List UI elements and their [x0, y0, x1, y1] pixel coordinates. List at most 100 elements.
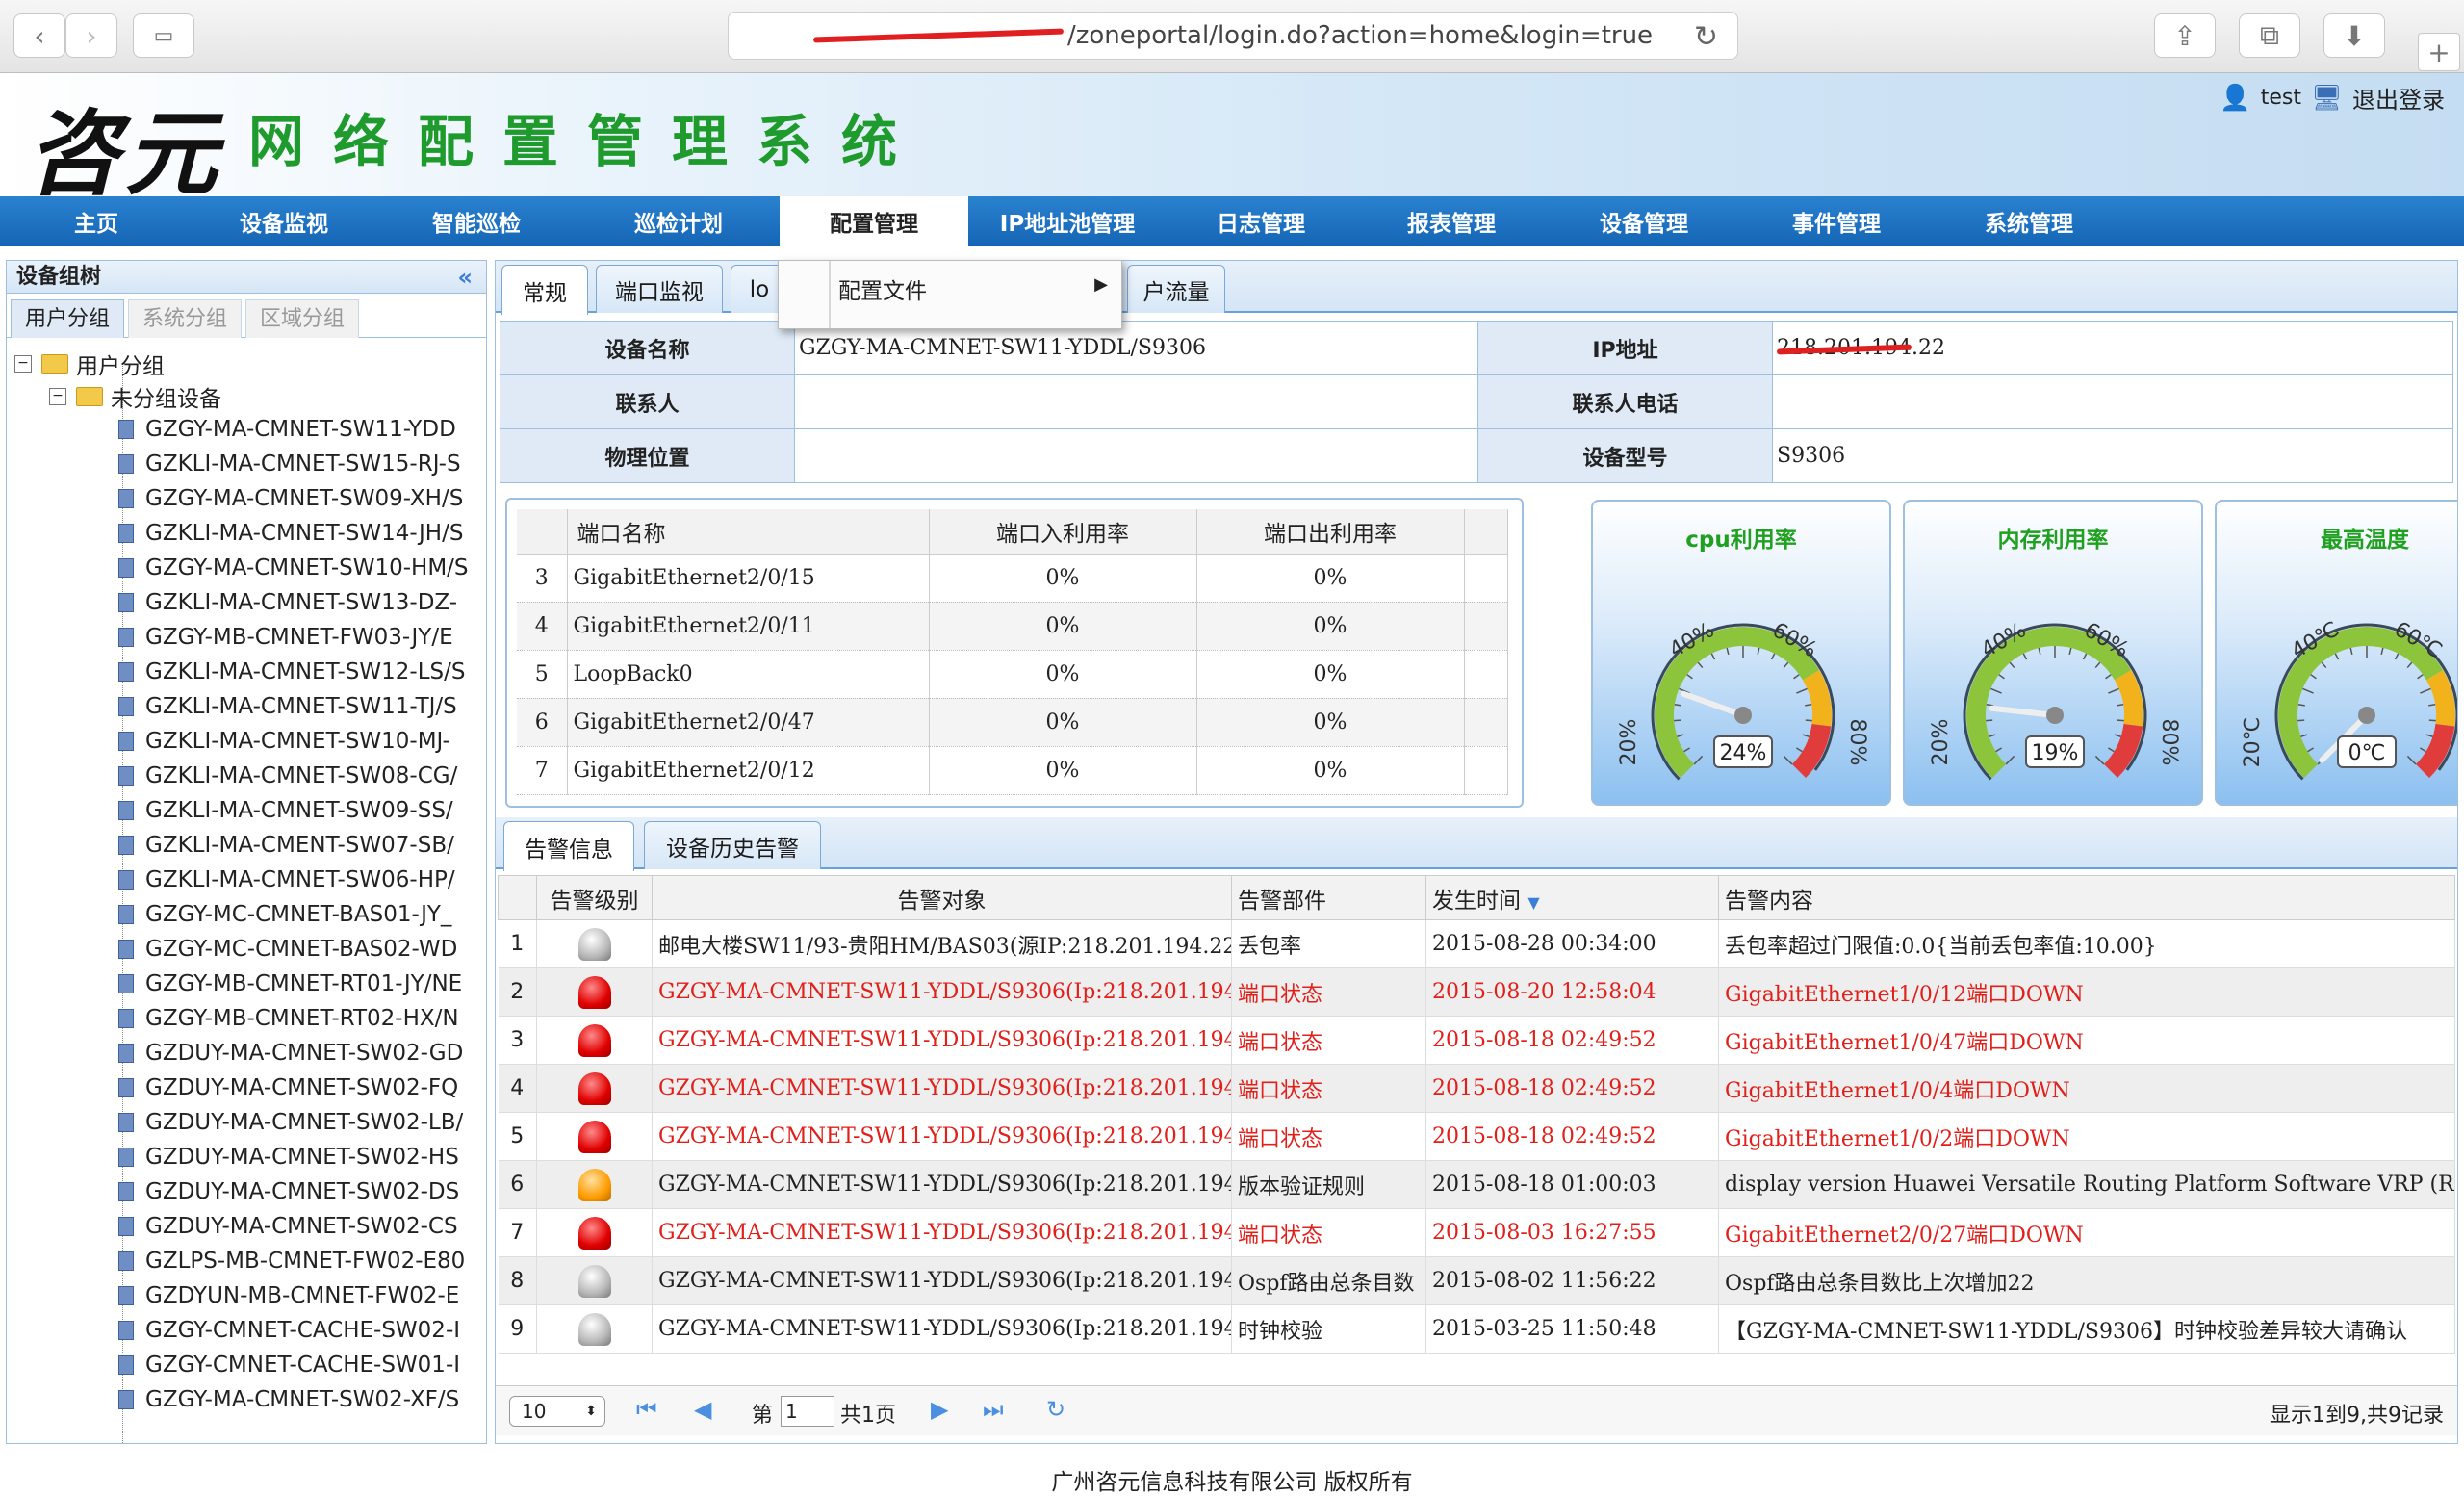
tab-general[interactable]: 常规	[501, 265, 588, 315]
alarm-row[interactable]: 4 GZGY-MA-CMNET-SW11-YDDL/S9306(Ip:218.20…	[498, 1064, 2455, 1113]
port-row[interactable]: 6 GigabitEthernet2/0/47 0% 0%	[517, 698, 1508, 747]
tab-alarm-history[interactable]: 设备历史告警	[644, 821, 821, 869]
port-col-in[interactable]: 端口入利用率	[929, 509, 1197, 555]
tab-area-group[interactable]: 区域分组	[245, 299, 360, 338]
tabs-button[interactable]: ⧉	[2239, 13, 2300, 58]
port-row[interactable]: 5 LoopBack0 0% 0%	[517, 650, 1508, 699]
tree-device-item[interactable]: GZDUY-MA-CMNET-SW02-GD	[118, 1037, 463, 1070]
collapse-box-icon[interactable]: −	[49, 388, 66, 405]
forward-button[interactable]: ›	[65, 13, 117, 58]
tree-root[interactable]: − 用户分组	[14, 348, 165, 380]
tree-device-item[interactable]: GZGY-MA-CMNET-SW02-XF/S	[118, 1383, 459, 1416]
tree-device-item[interactable]: GZDUY-MA-CMNET-SW02-DS	[118, 1175, 459, 1208]
tree-device-item[interactable]: GZGY-MA-CMNET-SW10-HM/S	[118, 552, 469, 584]
alarm-row[interactable]: 9 GZGY-MA-CMNET-SW11-YDDL/S9306(Ip:218.20…	[498, 1304, 2455, 1354]
alarm-light-icon	[578, 975, 611, 1009]
tree-device-item[interactable]: GZDYUN-MB-CMNET-FW02-E	[118, 1279, 459, 1312]
collapse-icon[interactable]: «	[457, 261, 473, 294]
tree-device-item[interactable]: GZGY-CMNET-CACHE-SW02-I	[118, 1314, 460, 1347]
tree-device-item[interactable]: GZKLI-MA-CMNET-SW08-CG/	[118, 760, 457, 792]
alarm-row[interactable]: 3 GZGY-MA-CMNET-SW11-YDDL/S9306(Ip:218.20…	[498, 1016, 2455, 1065]
refresh-icon[interactable]: ↻	[1046, 1396, 1065, 1423]
tree-device-item[interactable]: GZGY-MB-CMNET-RT01-JY/NE	[118, 967, 462, 1000]
port-col-out[interactable]: 端口出利用率	[1196, 509, 1465, 555]
tree-device-item[interactable]: GZKLI-MA-CMNET-SW13-DZ-	[118, 586, 457, 619]
alarm-col-object[interactable]: 告警对象	[652, 875, 1232, 920]
prev-page-icon[interactable]: ◀	[694, 1396, 711, 1423]
alarm-row[interactable]: 5 GZGY-MA-CMNET-SW11-YDDL/S9306(Ip:218.20…	[498, 1112, 2455, 1161]
alarm-row[interactable]: 7 GZGY-MA-CMNET-SW11-YDDL/S9306(Ip:218.20…	[498, 1208, 2455, 1257]
new-tab-button[interactable]: +	[2418, 33, 2460, 71]
tab-port-monitor[interactable]: 端口监视	[596, 265, 723, 313]
tree-device-item[interactable]: GZKLI-MA-CMNET-SW15-RJ-S	[118, 448, 461, 480]
alarm-object: GZGY-MA-CMNET-SW11-YDDL/S9306(Ip:218.201…	[652, 967, 1232, 1017]
port-col-name[interactable]: 端口名称	[567, 509, 930, 555]
alarm-col-part[interactable]: 告警部件	[1231, 875, 1426, 920]
tree-device-item[interactable]: GZGY-MA-CMNET-SW09-XH/S	[118, 482, 463, 515]
tree-device-item[interactable]: GZKLI-MA-CMNET-SW12-LS/S	[118, 656, 465, 688]
tree-device-item[interactable]: GZDUY-MA-CMNET-SW02-CS	[118, 1210, 458, 1243]
alarm-col-level[interactable]: 告警级别	[536, 875, 653, 920]
nav-item-inspection-plan[interactable]: 巡检计划	[578, 196, 780, 246]
tree-device-item[interactable]: GZLPS-MB-CMNET-FW02-E80	[118, 1245, 465, 1277]
page-input[interactable]: 1	[781, 1396, 834, 1427]
tree-device-item[interactable]: GZKLI-MA-CMNET-SW11-TJ/S	[118, 690, 457, 723]
gauge-tick	[2094, 661, 2101, 669]
nav-item-smart-inspection[interactable]: 智能巡检	[375, 196, 578, 246]
tree-device-item[interactable]: GZGY-MA-CMNET-SW11-YDD	[118, 413, 456, 446]
tree-device-item[interactable]: GZKLI-MA-CMNET-SW09-SS/	[118, 794, 453, 827]
tab-user-group[interactable]: 用户分组	[11, 299, 125, 338]
nav-item-device-management[interactable]: 设备管理	[1548, 196, 1740, 246]
tab-user-traffic[interactable]: 户流量	[1127, 265, 1225, 313]
tree-device-item[interactable]: GZDUY-MA-CMNET-SW02-FQ	[118, 1071, 458, 1104]
tree-device-item[interactable]: GZKLI-MA-CMNET-SW06-HP/	[118, 864, 455, 896]
tree-device-item[interactable]: GZGY-MB-CMNET-FW03-JY/E	[118, 621, 453, 654]
page-size-select[interactable]: 10 ⬍	[509, 1396, 605, 1427]
nav-item-log[interactable]: 日志管理	[1167, 196, 1355, 246]
tree-device-item[interactable]: GZGY-MC-CMNET-BAS01-JY_	[118, 898, 451, 931]
nav-item-home[interactable]: 主页	[0, 196, 192, 246]
port-row[interactable]: 7 GigabitEthernet2/0/12 0% 0%	[517, 746, 1508, 795]
alarm-row[interactable]: 1 邮电大楼SW11/93-贵阳HM/BAS03(源IP:218.201.194.…	[498, 919, 2455, 968]
nav-item-report[interactable]: 报表管理	[1355, 196, 1548, 246]
port-row[interactable]: 3 GigabitEthernet2/0/15 0% 0%	[517, 554, 1508, 603]
logout-link[interactable]: 退出登录	[2352, 81, 2445, 115]
menu-item-config-file[interactable]: 配置文件	[838, 272, 927, 305]
device-icon	[118, 905, 134, 924]
address-bar[interactable]: /zoneportal/login.do?action=home&login=t…	[728, 12, 1738, 60]
alarm-col-time[interactable]: 发生时间 ▼	[1425, 875, 1719, 920]
tree-device-item[interactable]: GZGY-MC-CMNET-BAS02-WD	[118, 933, 457, 966]
collapse-box-icon[interactable]: −	[14, 355, 32, 373]
tree-device-item[interactable]: GZDUY-MA-CMNET-SW02-LB/	[118, 1106, 463, 1139]
location-value	[794, 428, 1478, 483]
alarm-row[interactable]: 8 GZGY-MA-CMNET-SW11-YDDL/S9306(Ip:218.20…	[498, 1256, 2455, 1305]
nav-item-device-monitor[interactable]: 设备监视	[192, 196, 375, 246]
downloads-button[interactable]: ⬇	[2323, 13, 2385, 58]
first-page-icon[interactable]: ⏮	[636, 1396, 657, 1423]
tree-device-item[interactable]: GZDUY-MA-CMNET-SW02-HS	[118, 1141, 459, 1174]
page-total: 共1页	[840, 1404, 896, 1428]
reload-icon[interactable]: ↻	[1694, 20, 1718, 54]
tab-alarm-info[interactable]: 告警信息	[503, 821, 634, 871]
nav-item-system[interactable]: 系统管理	[1933, 196, 2125, 246]
alarm-row[interactable]: 6 GZGY-MA-CMNET-SW11-YDDL/S9306(Ip:218.20…	[498, 1160, 2455, 1209]
sidebar-toggle-button[interactable]: ▭	[133, 13, 194, 58]
next-page-icon[interactable]: ▶	[931, 1396, 948, 1423]
tree-device-item[interactable]: GZGY-MB-CMNET-RT02-HX/N	[118, 1002, 459, 1035]
sort-desc-icon[interactable]: ▼	[1527, 893, 1539, 912]
nav-item-config-management[interactable]: 配置管理	[780, 196, 968, 246]
tree-device-item[interactable]: GZGY-CMNET-CACHE-SW01-I	[118, 1349, 460, 1381]
tree-group[interactable]: − 未分组设备	[49, 380, 221, 413]
tree-device-item[interactable]: GZKLI-MA-CMNET-SW10-MJ-	[118, 725, 450, 758]
alarm-col-content[interactable]: 告警内容	[1718, 875, 2455, 920]
back-button[interactable]: ‹	[13, 13, 65, 58]
last-page-icon[interactable]: ⏭	[983, 1396, 1004, 1423]
tab-system-group[interactable]: 系统分组	[128, 299, 243, 338]
port-row[interactable]: 4 GigabitEthernet2/0/11 0% 0%	[517, 602, 1508, 651]
share-button[interactable]: ⇪	[2154, 13, 2216, 58]
alarm-row[interactable]: 2 GZGY-MA-CMNET-SW11-YDDL/S9306(Ip:218.20…	[498, 967, 2455, 1017]
nav-item-ip-pool[interactable]: IP地址池管理	[968, 196, 1167, 246]
tree-device-item[interactable]: GZKLI-MA-CMENT-SW07-SB/	[118, 829, 454, 862]
tree-device-item[interactable]: GZKLI-MA-CMNET-SW14-JH/S	[118, 517, 463, 550]
nav-item-event[interactable]: 事件管理	[1740, 196, 1933, 246]
